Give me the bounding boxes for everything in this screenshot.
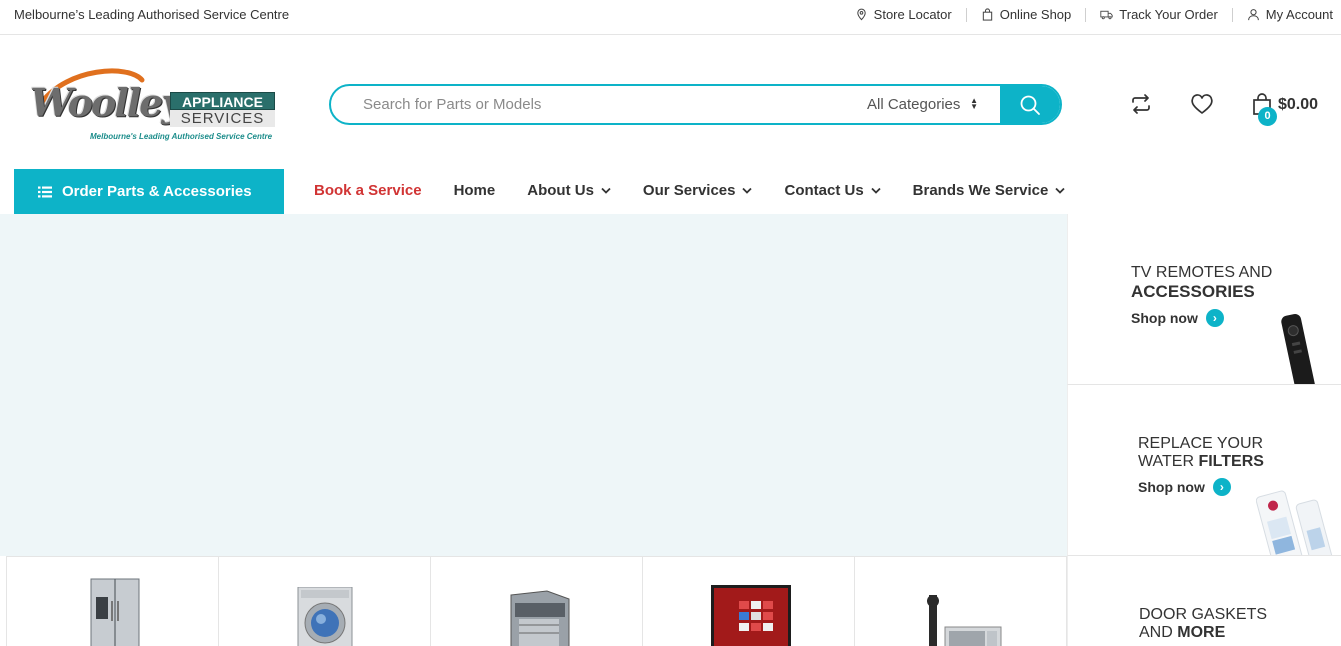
arrow-right-icon: › xyxy=(1205,309,1224,327)
my-account-label: My Account xyxy=(1265,7,1333,22)
logo-badge-appliance: APPLIANCE xyxy=(170,92,275,110)
my-account-link[interactable]: My Account xyxy=(1233,7,1333,22)
category-row xyxy=(6,556,1067,646)
truck-icon xyxy=(1100,10,1113,20)
chevron-down-icon xyxy=(601,187,611,194)
promo-line2-a: AND xyxy=(1139,624,1178,641)
category-tv[interactable] xyxy=(642,557,854,646)
logo-badge-services: SERVICES xyxy=(170,110,275,127)
store-locator-link[interactable]: Store Locator xyxy=(841,7,966,22)
nav-item-label: Book a Service xyxy=(314,182,422,199)
chevron-down-icon xyxy=(742,187,753,194)
online-shop-link[interactable]: Online Shop xyxy=(967,7,1086,22)
washing-machine-image xyxy=(297,587,353,646)
location-pin-icon xyxy=(856,8,866,21)
search-button[interactable] xyxy=(1000,86,1060,123)
promo-line2: AND MORE xyxy=(1139,624,1267,642)
shopping-bag-icon xyxy=(982,8,992,21)
nav-item-label: Brands We Service xyxy=(912,182,1049,199)
nav-home[interactable]: Home xyxy=(454,182,496,199)
chevron-down-icon xyxy=(871,187,881,194)
track-order-link[interactable]: Track Your Order xyxy=(1086,7,1232,22)
promo-shop-now[interactable]: Shop now › xyxy=(1138,478,1264,496)
promo-line2: WATER FILTERS xyxy=(1138,453,1264,471)
dishwasher-image xyxy=(510,590,570,646)
promo-water-filters[interactable]: REPLACE YOUR WATER FILTERS Shop now › xyxy=(1067,385,1341,556)
nav-contact-us[interactable]: Contact Us xyxy=(784,182,881,199)
logo-wordmark: Woolley xyxy=(30,80,183,125)
promo-line2-b: FILTERS xyxy=(1198,453,1264,470)
top-bar: Melbourne’s Leading Authorised Service C… xyxy=(0,0,1341,35)
promo-line2: ACCESSORIES xyxy=(1131,282,1255,301)
category-fridge[interactable] xyxy=(6,557,218,646)
compare-icon xyxy=(1132,94,1150,114)
nav-brands-we-service[interactable]: Brands We Service xyxy=(913,182,1066,199)
nav-item-label: Our Services xyxy=(642,182,736,199)
shop-now-label: Shop now xyxy=(1138,479,1205,495)
heart-icon xyxy=(1191,94,1213,114)
promo-door-gaskets[interactable]: DOOR GASKETS AND MORE xyxy=(1067,556,1341,646)
nav-our-services[interactable]: Our Services xyxy=(643,182,753,199)
logo-subtitle: Melbourne's Leading Authorised Service C… xyxy=(90,132,273,141)
category-washing-machine[interactable] xyxy=(218,557,430,646)
search-input[interactable] xyxy=(331,86,842,123)
nav-about-us[interactable]: About Us xyxy=(527,182,611,199)
tv-remote-image xyxy=(1281,313,1315,384)
compare-button[interactable] xyxy=(1130,93,1152,120)
cart-count-badge: 0 xyxy=(1258,107,1277,126)
nav-book-service[interactable]: Book a Service xyxy=(314,182,422,199)
nav-item-label: Home xyxy=(453,182,496,199)
tagline: Melbourne’s Leading Authorised Service C… xyxy=(14,7,290,22)
hero-banner[interactable] xyxy=(0,214,1067,556)
online-shop-label: Online Shop xyxy=(999,7,1072,22)
category-small-appliances[interactable] xyxy=(854,557,1067,646)
cart-button[interactable]: 0 xyxy=(1252,93,1277,126)
fridge-image xyxy=(90,578,140,646)
promo-line2-a: WATER xyxy=(1138,453,1199,470)
small-appliances-image xyxy=(927,595,1002,646)
top-links: Store Locator Online Shop Track Your Ord… xyxy=(841,7,1333,22)
cart-total[interactable]: $0.00 xyxy=(1278,96,1318,114)
promo-line1: REPLACE YOUR xyxy=(1138,435,1264,452)
select-arrows-icon: ▲ ▼ xyxy=(970,96,978,111)
promo-shop-now[interactable]: Shop now › xyxy=(1131,309,1272,327)
promo-tv-remotes[interactable]: TV REMOTES AND ACCESSORIES Shop now › xyxy=(1067,214,1341,385)
nav-item-label: About Us xyxy=(527,182,594,199)
site-logo[interactable]: Woolley APPLIANCE SERVICES Melbourne's L… xyxy=(28,66,280,146)
list-icon xyxy=(38,186,52,197)
category-dishwasher[interactable] xyxy=(430,557,642,646)
search-bar: All Categories ▲▼ xyxy=(329,84,1062,125)
promo-line1: DOOR GASKETS xyxy=(1139,606,1268,623)
water-filter-image xyxy=(1256,490,1333,555)
promo-line1: TV REMOTES AND xyxy=(1131,264,1273,281)
shop-now-label: Shop now xyxy=(1131,310,1198,326)
order-parts-button[interactable]: Order Parts & Accessories xyxy=(14,169,284,214)
category-select-value: All Categories xyxy=(867,96,961,113)
television-image xyxy=(711,585,791,646)
wishlist-button[interactable] xyxy=(1190,93,1214,120)
order-parts-label: Order Parts & Accessories xyxy=(62,183,252,200)
arrow-right-icon: › xyxy=(1212,478,1231,496)
store-locator-label: Store Locator xyxy=(873,7,952,22)
user-icon xyxy=(1247,9,1259,21)
category-select[interactable]: All Categories ▲ ▼ xyxy=(842,86,1000,123)
chevron-down-icon xyxy=(1055,187,1065,194)
track-order-label: Track Your Order xyxy=(1119,7,1218,22)
promo-line2-b: MORE xyxy=(1177,624,1226,641)
nav-item-label: Contact Us xyxy=(784,182,864,199)
search-icon xyxy=(1020,95,1040,115)
main-nav: Book a Service Home About Us Our Service… xyxy=(314,182,1097,199)
